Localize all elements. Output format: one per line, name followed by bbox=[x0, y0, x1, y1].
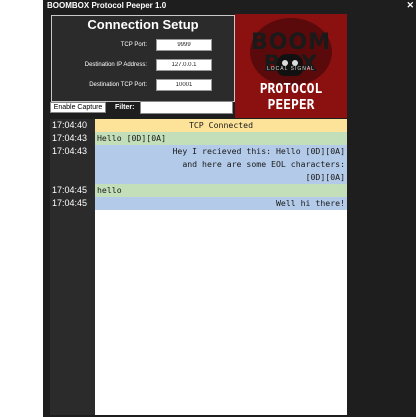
log-message-line: Hello [0D][0A] bbox=[97, 133, 167, 143]
log-message-received: hello bbox=[95, 184, 347, 197]
enable-capture-button[interactable]: Enable Capture bbox=[50, 102, 106, 113]
filter-input[interactable] bbox=[140, 101, 233, 114]
log-message-line: [0D][0A] bbox=[305, 172, 345, 182]
logo-line-protocol: PROTOCOL bbox=[259, 82, 323, 97]
close-icon[interactable]: ✕ bbox=[406, 0, 414, 11]
log-message-received: Hello [0D][0A] bbox=[95, 132, 347, 145]
logo-tagline: LOCAL SIGNAL bbox=[267, 66, 315, 72]
title-bar[interactable]: BOOMBOX Protocol Peeper 1.0 ✕ bbox=[43, 0, 416, 11]
log-timestamp: 17:04:43 bbox=[52, 146, 88, 156]
log-message-line: TCP Connected bbox=[188, 120, 254, 130]
log-message-status: TCP Connected bbox=[95, 119, 347, 132]
log-timestamp: 17:04:45 bbox=[52, 185, 88, 195]
log-entry: 17:04:43 Hey I recieved this: Hello [0D][… bbox=[50, 145, 347, 184]
log-timestamp: 17:04:43 bbox=[52, 133, 88, 143]
tcp-port-field[interactable] bbox=[156, 39, 212, 51]
filter-label: Filter: bbox=[115, 104, 135, 111]
tcp-port-label: TCP Port: bbox=[120, 42, 147, 48]
destination-tcp-port-label: Destination TCP Port: bbox=[89, 82, 147, 88]
log-entry: 17:04:45 Well hi there! bbox=[50, 197, 347, 210]
log-timestamp: 17:04:45 bbox=[52, 198, 88, 208]
log-message-sent: Well hi there! bbox=[95, 197, 347, 210]
skull-icon bbox=[277, 54, 303, 76]
log-timestamp: 17:04:40 bbox=[52, 120, 88, 130]
protocol-peeper-logo: BOOM BOX LOCAL SIGNAL PROTOCOL PEEPER bbox=[235, 14, 347, 118]
logo-line-peeper: PEEPER bbox=[267, 98, 315, 113]
destination-ip-field[interactable] bbox=[156, 59, 212, 71]
window-title: BOOMBOX Protocol Peeper 1.0 bbox=[47, 1, 167, 10]
destination-tcp-port-field[interactable] bbox=[156, 79, 212, 91]
log-entry: 17:04:40 TCP Connected bbox=[50, 119, 347, 132]
log-entry: 17:04:45 hello bbox=[50, 184, 347, 197]
connection-setup-panel: Connection Setup TCP Port: Destination I… bbox=[51, 15, 235, 102]
log-message-line: Hey I recieved this: Hello [0D][0A] bbox=[172, 146, 345, 156]
log-message-line: and here are some EOL characters: bbox=[182, 159, 345, 169]
log-entry: 17:04:43 Hello [0D][0A] bbox=[50, 132, 347, 145]
connection-setup-heading: Connection Setup bbox=[87, 17, 199, 32]
app-window: BOOMBOX Protocol Peeper 1.0 ✕ Connection… bbox=[43, 0, 416, 417]
log-message-line: hello bbox=[97, 185, 122, 195]
log-message-line: Well hi there! bbox=[275, 198, 345, 208]
message-log[interactable]: 17:04:40 TCP Connected 17:04:43 Hello [0D][… bbox=[50, 119, 347, 415]
destination-ip-label: Destination IP Address: bbox=[84, 62, 147, 68]
log-message-sent: Hey I recieved this: Hello [0D][0A] and h… bbox=[95, 145, 347, 184]
